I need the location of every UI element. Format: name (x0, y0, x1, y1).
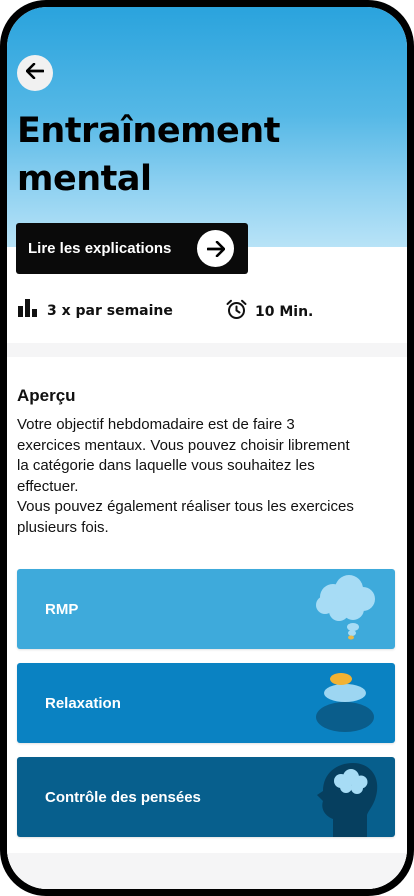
duration-label: 10 Min. (255, 304, 314, 320)
thought-cloud-icon (311, 569, 381, 649)
screen: Entraînement mental Lire les explication… (7, 7, 407, 889)
arrow-right-icon (197, 230, 234, 267)
overview-section: Aperçu Votre objectif hebdomadaire est d… (7, 357, 407, 889)
category-label: Relaxation (45, 694, 121, 712)
bar-chart-icon (18, 299, 39, 322)
read-explanations-label: Lire les explications (28, 240, 172, 257)
category-label: Contrôle des pensées (45, 788, 201, 806)
overview-text: Votre objectif hebdomadaire est de faire… (17, 415, 357, 538)
overview-title: Aperçu (17, 386, 76, 405)
overview-paragraph: Vous pouvez également réaliser tous les … (17, 498, 354, 536)
frequency-label: 3 x par semaine (47, 302, 173, 319)
frequency-stat: 3 x par semaine (18, 299, 173, 322)
head-with-cloud-icon (311, 757, 381, 837)
category-card-rmp[interactable]: RMP (17, 569, 395, 649)
overview-paragraph: Votre objectif hebdomadaire est de faire… (17, 416, 350, 495)
category-card-relaxation[interactable]: Relaxation (17, 663, 395, 743)
category-card-thought-control[interactable]: Contrôle des pensées (17, 757, 395, 837)
page-title: Entraînement mental (17, 111, 280, 199)
read-explanations-button[interactable]: Lire les explications (16, 223, 248, 274)
back-button[interactable] (17, 55, 53, 91)
alarm-clock-icon (226, 299, 247, 325)
arrow-left-icon (25, 62, 45, 84)
device-frame: Entraînement mental Lire les explication… (0, 0, 414, 896)
balanced-stones-icon (311, 663, 381, 743)
duration-stat: 10 Min. (226, 299, 313, 325)
bottom-spacer (7, 853, 407, 889)
category-label: RMP (45, 600, 79, 618)
